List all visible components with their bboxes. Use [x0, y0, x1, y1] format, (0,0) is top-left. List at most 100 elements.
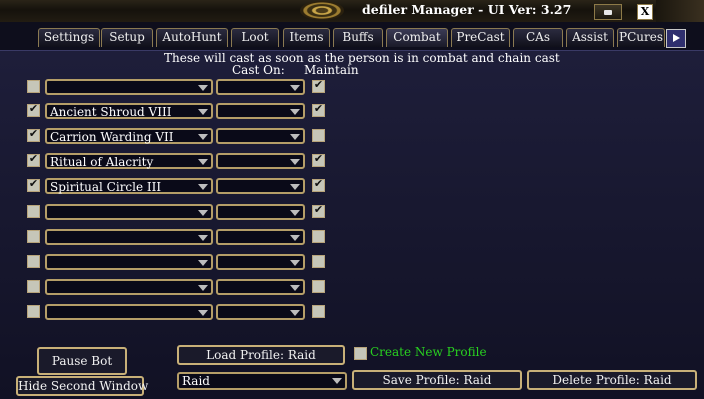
spell-select-value: Carrion Warding VII	[50, 130, 174, 144]
tab-items[interactable]: Items	[283, 28, 330, 47]
spell-enabled-checkbox[interactable]: ✔	[27, 152, 40, 167]
spell-enabled-checkbox[interactable]	[27, 230, 40, 243]
create-new-profile-label: Create New Profile	[370, 345, 487, 359]
cast-on-select[interactable]	[216, 279, 305, 295]
chevron-down-icon	[198, 109, 208, 115]
chevron-down-icon	[198, 260, 208, 266]
chevron-down-icon	[198, 210, 208, 216]
spell-select[interactable]	[45, 204, 213, 220]
check-icon: ✔	[313, 152, 324, 165]
titlebar-ornament	[656, 0, 704, 22]
spell-enabled-checkbox[interactable]	[27, 305, 40, 318]
load-profile-button[interactable]: Load Profile: Raid	[177, 345, 345, 365]
tab-pcures[interactable]: PCures	[617, 28, 665, 47]
maintain-checkbox[interactable]: ✔	[312, 152, 325, 167]
maintain-checkbox[interactable]: ✔	[312, 203, 325, 218]
check-icon: ✔	[313, 177, 324, 190]
chevron-down-icon	[198, 134, 208, 140]
cast-on-select[interactable]	[216, 178, 305, 194]
spell-select[interactable]: Carrion Warding VII	[45, 128, 213, 144]
maintain-checkbox[interactable]	[312, 280, 325, 293]
chevron-down-icon	[198, 159, 208, 165]
chevron-down-icon	[198, 85, 208, 91]
check-icon: ✔	[313, 78, 324, 91]
profile-select[interactable]: Raid	[177, 372, 347, 390]
cast-on-select[interactable]	[216, 254, 305, 270]
chevron-down-icon	[198, 310, 208, 316]
spell-enabled-checkbox[interactable]: ✔	[27, 102, 40, 117]
manager-window: defiler Manager - UI Ver: 3.27 X Setting…	[0, 0, 704, 399]
create-new-profile-checkbox[interactable]	[354, 347, 367, 360]
chevron-down-icon	[290, 109, 300, 115]
title-bar[interactable]: defiler Manager - UI Ver: 3.27 X	[0, 0, 704, 23]
chevron-down-icon	[198, 285, 208, 291]
spell-select[interactable]: Spiritual Circle III	[45, 178, 213, 194]
spell-enabled-checkbox[interactable]: ✔	[27, 127, 40, 142]
cast-on-header: Cast On:	[232, 63, 285, 77]
tab-autohunt[interactable]: AutoHunt	[156, 28, 228, 47]
tab-loot[interactable]: Loot	[231, 28, 279, 47]
chevron-down-icon	[290, 235, 300, 241]
maintain-checkbox[interactable]	[312, 230, 325, 243]
spell-select[interactable]	[45, 254, 213, 270]
spell-select[interactable]	[45, 279, 213, 295]
spell-enabled-checkbox[interactable]: ✔	[27, 177, 40, 192]
tab-setup[interactable]: Setup	[101, 28, 153, 47]
cast-on-select[interactable]	[216, 103, 305, 119]
spell-select[interactable]	[45, 304, 213, 320]
cast-on-select[interactable]	[216, 229, 305, 245]
maintain-checkbox[interactable]: ✔	[312, 177, 325, 192]
cast-on-select[interactable]	[216, 204, 305, 220]
combat-panel: These will cast as soon as the person is…	[0, 51, 704, 399]
spell-select-value: Ritual of Alacrity	[50, 155, 154, 169]
maintain-checkbox[interactable]	[312, 305, 325, 318]
window-title: defiler Manager - UI Ver: 3.27	[362, 2, 572, 17]
save-profile-button[interactable]: Save Profile: Raid	[352, 370, 522, 390]
cast-on-select[interactable]	[216, 304, 305, 320]
tab-scroll-right-icon[interactable]	[666, 29, 686, 48]
hide-second-window-button[interactable]: Hide Second Window	[16, 376, 148, 396]
check-icon: ✔	[28, 102, 39, 115]
maintain-checkbox[interactable]	[312, 255, 325, 268]
chevron-down-icon	[290, 159, 300, 165]
spell-select-value: Spiritual Circle III	[50, 180, 162, 194]
spell-select[interactable]: Ancient Shroud VIII	[45, 103, 213, 119]
minimize-button[interactable]	[594, 4, 622, 20]
chevron-down-icon	[290, 310, 300, 316]
spell-select-value: Ancient Shroud VIII	[50, 105, 172, 119]
cast-on-select[interactable]	[216, 153, 305, 169]
spell-enabled-checkbox[interactable]	[27, 255, 40, 268]
tab-settings[interactable]: Settings	[38, 28, 100, 47]
cast-on-select[interactable]	[216, 79, 305, 95]
tab-cas[interactable]: CAs	[513, 28, 563, 47]
maintain-checkbox[interactable]	[312, 129, 325, 142]
chevron-down-icon	[290, 134, 300, 140]
spell-enabled-checkbox[interactable]	[27, 280, 40, 293]
tab-assist[interactable]: Assist	[566, 28, 614, 47]
spell-enabled-checkbox[interactable]	[27, 80, 40, 93]
spell-enabled-checkbox[interactable]	[27, 205, 40, 218]
emblem-icon	[300, 1, 344, 20]
maintain-checkbox[interactable]: ✔	[312, 102, 325, 117]
chevron-down-icon	[290, 260, 300, 266]
close-button[interactable]: X	[637, 4, 653, 20]
check-icon: ✔	[28, 177, 39, 190]
spell-select[interactable]: Ritual of Alacrity	[45, 153, 213, 169]
check-icon: ✔	[28, 127, 39, 140]
tab-buffs[interactable]: Buffs	[333, 28, 383, 47]
spell-select[interactable]	[45, 229, 213, 245]
check-icon: ✔	[313, 203, 324, 216]
tab-precast[interactable]: PreCast	[451, 28, 510, 47]
maintain-checkbox[interactable]: ✔	[312, 78, 325, 93]
tab-combat[interactable]: Combat	[386, 28, 448, 47]
chevron-down-icon	[290, 285, 300, 291]
chevron-down-icon	[332, 378, 342, 384]
spell-select[interactable]	[45, 79, 213, 95]
cast-on-select[interactable]	[216, 128, 305, 144]
delete-profile-button[interactable]: Delete Profile: Raid	[527, 370, 697, 390]
profile-select-value: Raid	[182, 374, 210, 388]
pause-bot-button[interactable]: Pause Bot	[37, 347, 127, 375]
check-icon: ✔	[313, 102, 324, 115]
combat-description: These will cast as soon as the person is…	[164, 51, 560, 65]
chevron-down-icon	[290, 210, 300, 216]
